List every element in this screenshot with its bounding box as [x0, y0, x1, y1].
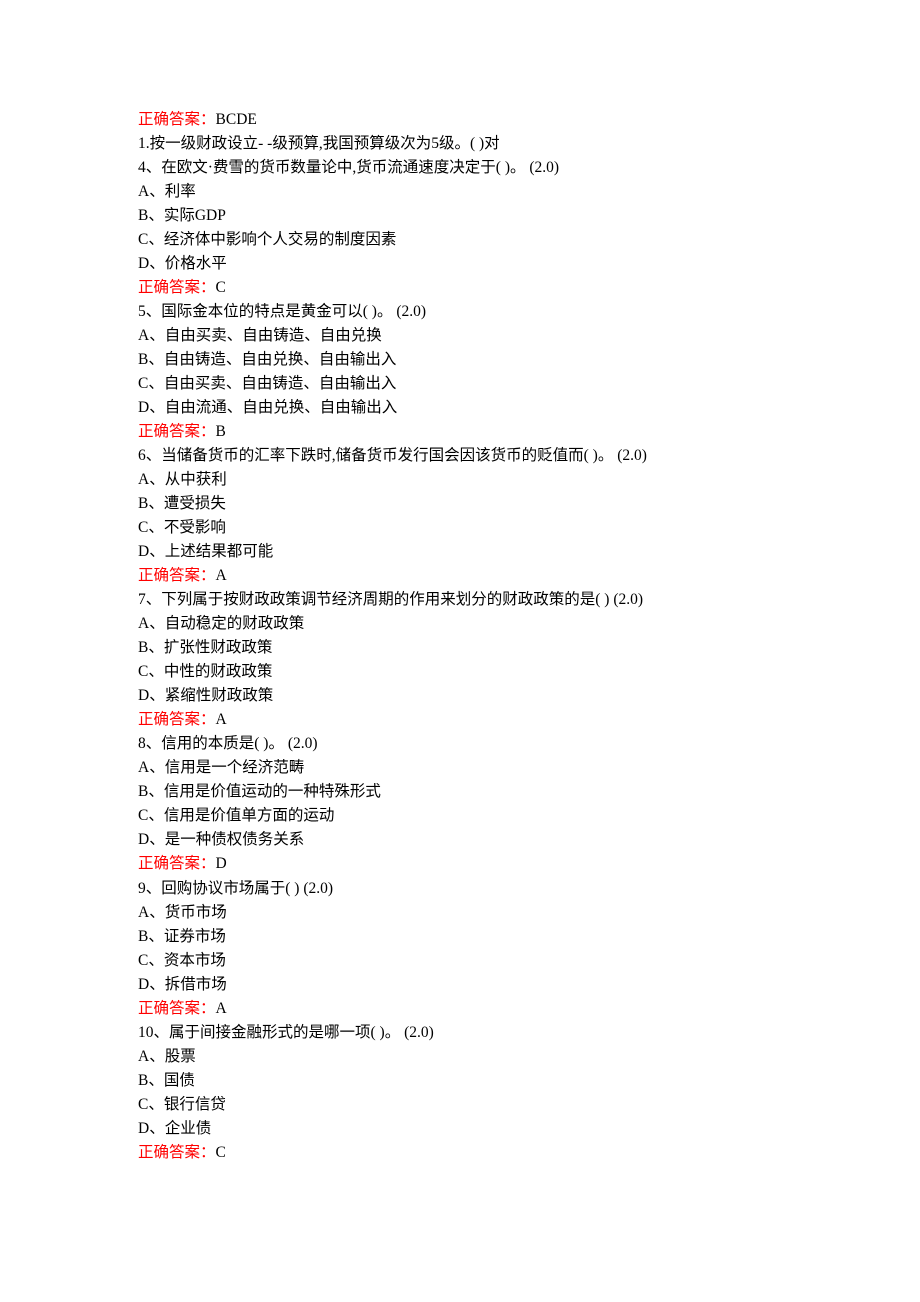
text-line: A、股票: [138, 1045, 920, 1069]
answer-value: A: [216, 711, 227, 728]
text-line: B、自由铸造、自由兑换、自由输出入: [138, 348, 920, 372]
text-line: C、经济体中影响个人交易的制度因素: [138, 228, 920, 252]
answer-value: BCDE: [216, 111, 257, 128]
text-line: C、资本市场: [138, 949, 920, 973]
answer-line: 正确答案：BCDE: [138, 108, 920, 132]
answer-line: 正确答案：C: [138, 276, 920, 300]
text-line: D、自由流通、自由兑换、自由输出入: [138, 396, 920, 420]
text-line: C、银行信贷: [138, 1093, 920, 1117]
answer-value: C: [216, 1144, 226, 1161]
text-line: B、信用是价值运动的一种特殊形式: [138, 780, 920, 804]
text-line: B、实际GDP: [138, 204, 920, 228]
answer-label: 正确答案：: [138, 711, 216, 728]
answer-label: 正确答案：: [138, 1000, 216, 1017]
answer-line: 正确答案：A: [138, 564, 920, 588]
answer-line: 正确答案：A: [138, 997, 920, 1021]
text-line: A、货币市场: [138, 901, 920, 925]
text-line: D、企业债: [138, 1117, 920, 1141]
text-line: 7、下列属于按财政政策调节经济周期的作用来划分的财政政策的是( ) (2.0): [138, 588, 920, 612]
answer-label: 正确答案：: [138, 1144, 216, 1161]
text-line: D、上述结果都可能: [138, 540, 920, 564]
answer-label: 正确答案：: [138, 567, 216, 584]
text-line: 6、当储备货币的汇率下跌时,储备货币发行国会因该货币的贬值而( )。 (2.0): [138, 444, 920, 468]
text-line: C、不受影响: [138, 516, 920, 540]
answer-value: A: [216, 1000, 227, 1017]
text-line: 1.按一级财政设立- -级预算,我国预算级次为5级。( )对: [138, 132, 920, 156]
document-page: 正确答案：BCDE1.按一级财政设立- -级预算,我国预算级次为5级。( )对4…: [0, 0, 920, 1302]
text-line: C、自由买卖、自由铸造、自由输出入: [138, 372, 920, 396]
text-line: A、利率: [138, 180, 920, 204]
text-line: D、价格水平: [138, 252, 920, 276]
answer-label: 正确答案：: [138, 111, 216, 128]
text-line: D、是一种债权债务关系: [138, 828, 920, 852]
answer-line: 正确答案：A: [138, 708, 920, 732]
answer-value: A: [216, 567, 227, 584]
text-line: C、中性的财政政策: [138, 660, 920, 684]
text-line: B、扩张性财政政策: [138, 636, 920, 660]
answer-line: 正确答案：B: [138, 420, 920, 444]
answer-label: 正确答案：: [138, 279, 216, 296]
answer-value: C: [216, 279, 226, 296]
text-line: A、信用是一个经济范畴: [138, 756, 920, 780]
text-line: A、自动稳定的财政政策: [138, 612, 920, 636]
text-line: B、遭受损失: [138, 492, 920, 516]
answer-line: 正确答案：C: [138, 1141, 920, 1165]
text-line: C、信用是价值单方面的运动: [138, 804, 920, 828]
answer-label: 正确答案：: [138, 423, 216, 440]
answer-value: B: [216, 423, 226, 440]
text-line: 8、信用的本质是( )。 (2.0): [138, 732, 920, 756]
text-line: 9、回购协议市场属于( ) (2.0): [138, 877, 920, 901]
answer-value: D: [216, 855, 227, 872]
text-line: 10、属于间接金融形式的是哪一项( )。 (2.0): [138, 1021, 920, 1045]
text-line: A、从中获利: [138, 468, 920, 492]
text-line: B、证券市场: [138, 925, 920, 949]
text-line: A、自由买卖、自由铸造、自由兑换: [138, 324, 920, 348]
answer-line: 正确答案：D: [138, 852, 920, 876]
text-line: 5、国际金本位的特点是黄金可以( )。 (2.0): [138, 300, 920, 324]
text-line: B、国债: [138, 1069, 920, 1093]
text-line: D、紧缩性财政政策: [138, 684, 920, 708]
answer-label: 正确答案：: [138, 855, 216, 872]
text-line: D、拆借市场: [138, 973, 920, 997]
text-line: 4、在欧文·费雪的货币数量论中,货币流通速度决定于( )。 (2.0): [138, 156, 920, 180]
